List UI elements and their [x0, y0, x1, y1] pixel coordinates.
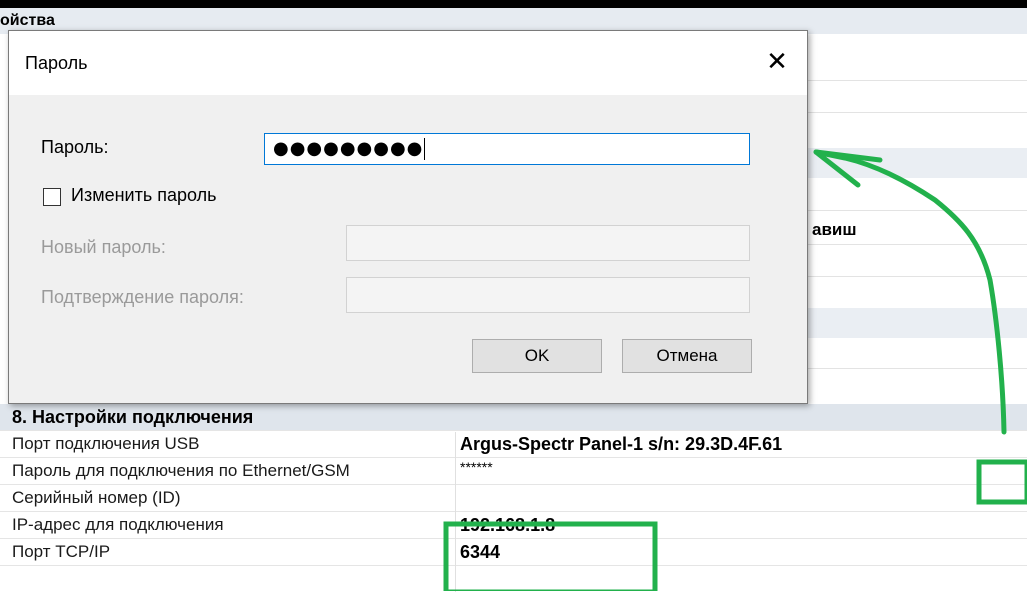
annotation-arrow-head — [813, 149, 883, 188]
annotation-box-ip-port — [443, 521, 658, 591]
annotation-arrow-shaft — [813, 149, 1007, 435]
annotation-box-password-value — [976, 459, 1027, 505]
annotation-overlay — [443, 149, 1027, 591]
